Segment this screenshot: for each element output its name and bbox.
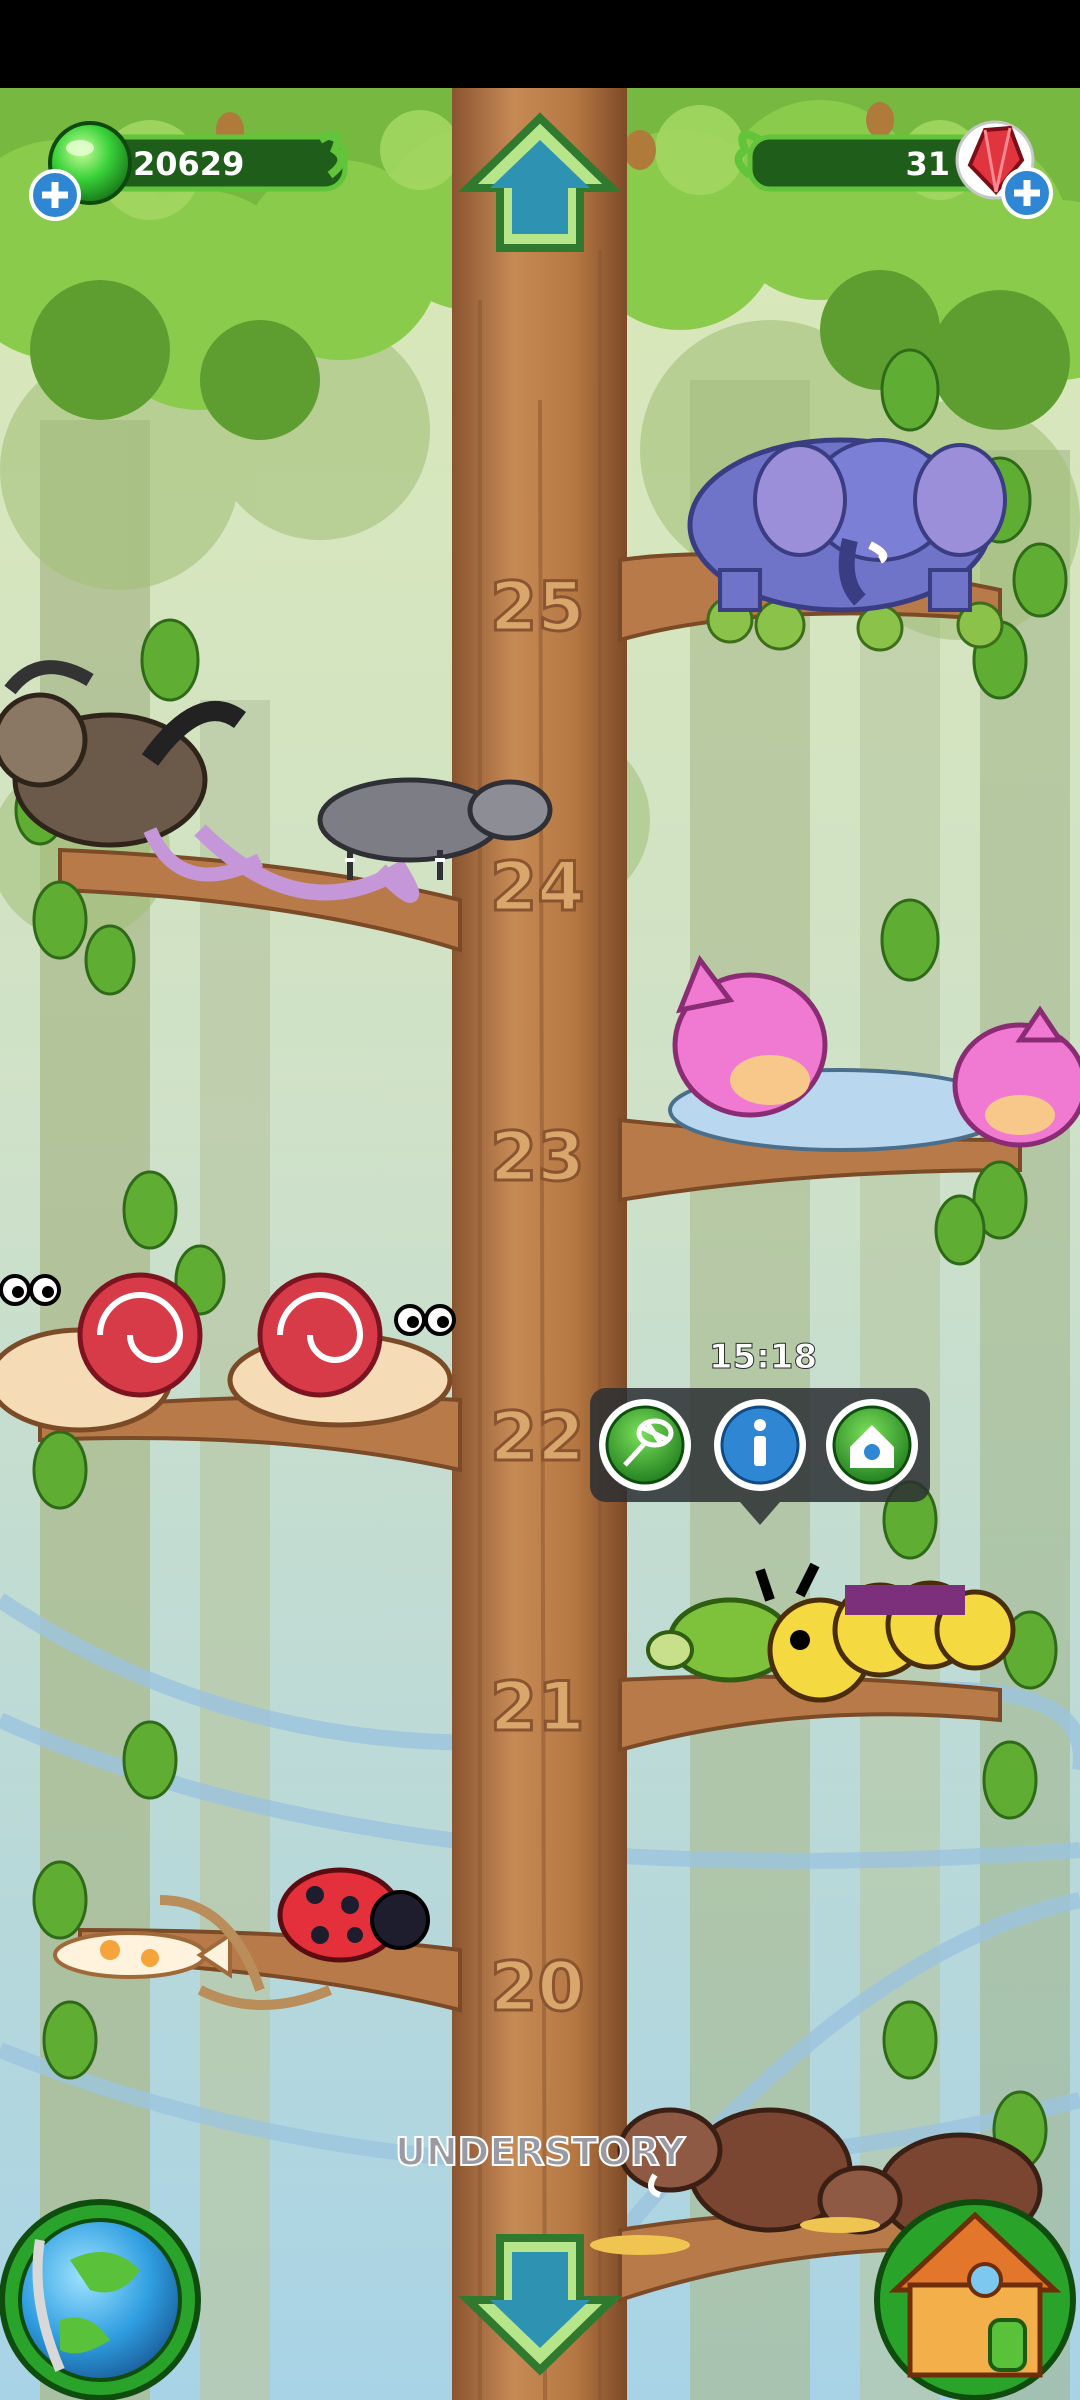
- ruby-count: 31: [905, 145, 950, 183]
- world-map-button[interactable]: [0, 2199, 201, 2400]
- popup-timer: 15:18: [709, 1337, 817, 1377]
- level-24-label: 24: [490, 848, 585, 927]
- add-gems-button[interactable]: [29, 169, 81, 221]
- gem-count: 20629: [133, 145, 244, 183]
- home-button[interactable]: [874, 2199, 1076, 2400]
- main-trunk: [452, 88, 627, 2400]
- status-bar: [0, 0, 1080, 88]
- zone-label: UNDERSTORY: [395, 2130, 685, 2174]
- level-23-label: 23: [490, 1118, 585, 1197]
- add-rubies-button[interactable]: [1001, 167, 1053, 219]
- catch-net-button[interactable]: [599, 1399, 691, 1491]
- level-22-label: 22: [490, 1398, 585, 1477]
- habitat-button[interactable]: [826, 1399, 918, 1491]
- gem-counter[interactable]: 20629: [48, 121, 348, 205]
- level-20-label: 20: [490, 1948, 585, 2027]
- info-icon: [754, 1419, 766, 1466]
- level-21-label: 21: [490, 1668, 585, 1747]
- info-button[interactable]: [714, 1399, 806, 1491]
- level-25-label: 25: [490, 568, 585, 647]
- game-scene: 25 24 23 22 21 20 UNDERSTORY 15:18 20629…: [0, 0, 1080, 2400]
